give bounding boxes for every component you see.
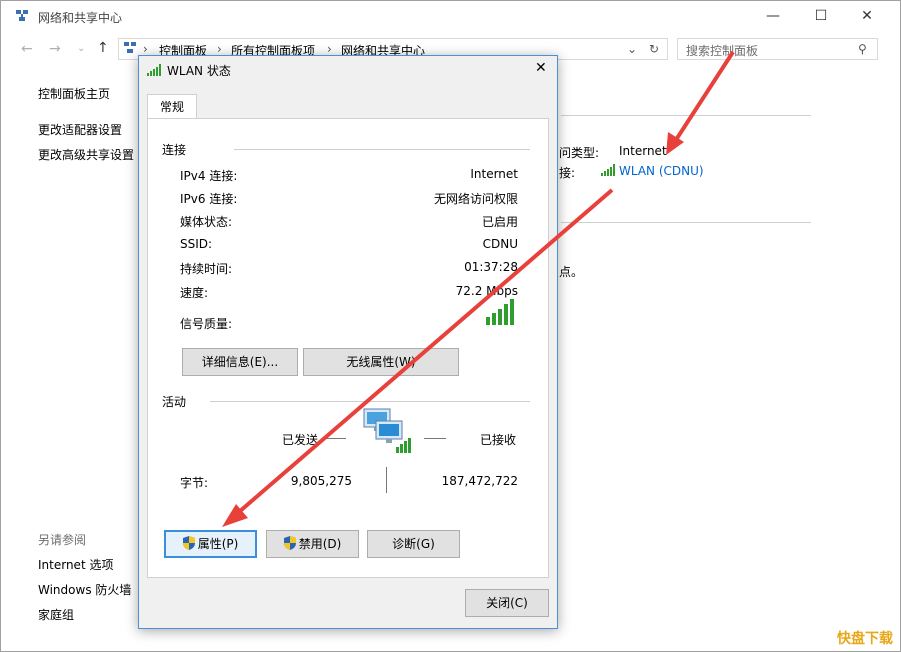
arrow-to-wlan-link [670,50,735,148]
arrow-to-properties [230,188,614,520]
annotation-arrows [222,50,735,527]
arrow-head [666,132,684,155]
watermark-logo: 快盘下载 [837,631,893,647]
